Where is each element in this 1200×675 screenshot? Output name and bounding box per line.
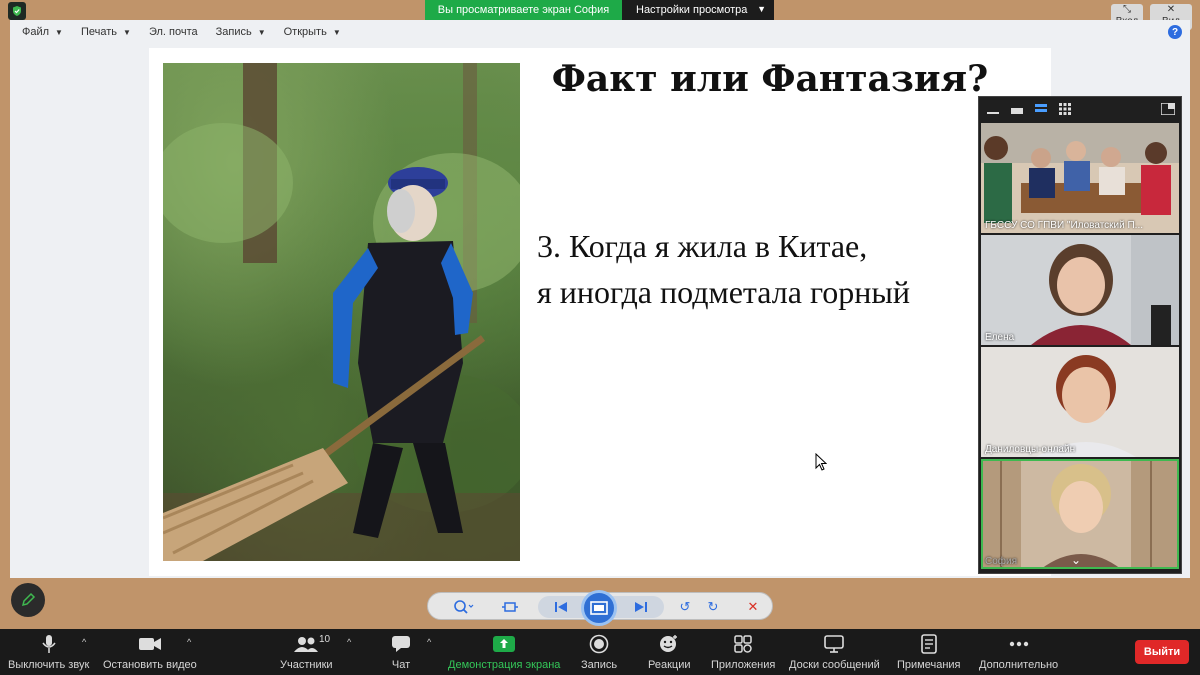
- chat-button[interactable]: Чат: [391, 633, 411, 671]
- slide-text-line-2: я иногда подметала горный: [537, 274, 911, 310]
- menu-record-label: Запись: [215, 26, 252, 38]
- chat-icon: [392, 636, 410, 652]
- chat-options-caret-icon[interactable]: ^: [427, 637, 431, 647]
- stop-video-label: Остановить видео: [103, 659, 197, 671]
- share-screen-button[interactable]: Демонстрация экрана: [448, 633, 560, 671]
- video-options-caret-icon[interactable]: ^: [187, 637, 191, 647]
- record-icon: [589, 634, 609, 654]
- notes-icon: [920, 634, 937, 654]
- slide-title: Факт или Фантазия?: [551, 58, 989, 100]
- rotate-right-icon[interactable]: ↻: [704, 599, 722, 615]
- apps-label: Приложения: [711, 659, 776, 671]
- participant-name: София: [985, 556, 1018, 567]
- gallery-toolbar: [979, 97, 1181, 123]
- record-label: Запись: [581, 659, 618, 671]
- fit-screen-icon[interactable]: [500, 599, 520, 615]
- menu-open-label: Открыть: [283, 26, 327, 38]
- slide-control-bar: ↺ ↻ ✕: [427, 590, 773, 626]
- gallery-view-icon[interactable]: [1059, 103, 1071, 115]
- close-icon: ✕: [1166, 4, 1176, 15]
- share-screen-label: Демонстрация экрана: [448, 659, 561, 671]
- mouse-cursor-icon: [815, 453, 827, 471]
- participant-tile[interactable]: ГБССУ СО ГПВИ "Иловатский П...: [981, 123, 1179, 233]
- viewing-share-indicator: Вы просматриваете экран София: [425, 0, 622, 20]
- stop-video-button[interactable]: Остановить видео: [103, 633, 197, 671]
- mute-label: Выключить звук: [8, 659, 90, 671]
- participant-name: Елена: [985, 332, 1015, 343]
- security-shield-icon[interactable]: [8, 2, 26, 20]
- reactions-button[interactable]: Реакции: [648, 633, 691, 671]
- participants-count: 10: [319, 634, 331, 645]
- minimize-icon[interactable]: [987, 106, 999, 114]
- chevron-down-icon: ▼: [757, 4, 766, 14]
- slide-show-button[interactable]: [581, 590, 617, 626]
- apps-button[interactable]: Приложения: [711, 633, 775, 671]
- menu-open[interactable]: Открыть ▼: [284, 26, 341, 38]
- top-banner: Вы просматриваете экран София Настройки …: [0, 0, 1200, 20]
- menu-record[interactable]: Запись ▼: [216, 26, 266, 38]
- leave-meeting-button[interactable]: Выйти: [1135, 640, 1189, 664]
- more-dots-icon: [1009, 641, 1028, 647]
- view-options-label: Настройки просмотра: [636, 4, 748, 16]
- more-button[interactable]: Дополнительно: [979, 633, 1058, 671]
- video-gallery-panel: ГБССУ СО ГПВИ "Иловатский П... Елена Дан…: [978, 96, 1182, 574]
- record-button[interactable]: Запись: [581, 633, 617, 671]
- menu-print[interactable]: Печать ▼: [81, 26, 131, 38]
- help-icon[interactable]: ?: [1168, 25, 1182, 39]
- chat-label: Чат: [391, 659, 411, 671]
- rotate-left-icon[interactable]: ↺: [676, 599, 694, 615]
- whiteboards-label: Доски сообщений: [789, 659, 880, 671]
- menu-email-label: Эл. почта: [148, 26, 198, 38]
- slide-photo: [163, 63, 520, 561]
- caret-down-icon: ▼: [123, 27, 131, 37]
- participants-options-caret-icon[interactable]: ^: [347, 637, 351, 647]
- participant-tile[interactable]: Даниловцы-онлайн: [981, 347, 1179, 457]
- hide-video-icon[interactable]: [1011, 106, 1023, 114]
- reactions-icon: [660, 635, 678, 652]
- menu-file-label: Файл: [22, 26, 50, 38]
- speaker-view-icon[interactable]: [1035, 103, 1047, 115]
- participants-icon: [294, 637, 319, 652]
- participant-name: Даниловцы-онлайн: [985, 444, 1076, 455]
- more-label: Дополнительно: [979, 659, 1059, 671]
- previous-slide-icon[interactable]: [552, 599, 570, 615]
- exit-fullscreen-icon: ⤡: [1123, 4, 1131, 15]
- side-by-side-icon[interactable]: [1161, 103, 1175, 115]
- apps-icon: [734, 635, 752, 653]
- meeting-toolbar: Выключить звук ^ Остановить видео ^ Учас…: [0, 629, 1200, 675]
- pen-icon: [21, 592, 36, 607]
- next-slide-icon[interactable]: [632, 599, 650, 615]
- audio-options-caret-icon[interactable]: ^: [82, 637, 86, 647]
- whiteboard-icon: [824, 635, 845, 653]
- close-icon[interactable]: ✕: [744, 599, 762, 615]
- participant-tile[interactable]: Елена: [981, 235, 1179, 345]
- menu-email[interactable]: Эл. почта: [149, 26, 198, 38]
- video-camera-icon: [138, 638, 161, 650]
- view-options-dropdown[interactable]: Настройки просмотра ▼: [622, 0, 774, 20]
- caret-down-icon: ▼: [257, 27, 266, 37]
- whiteboards-button[interactable]: Доски сообщений: [789, 633, 880, 671]
- mute-button[interactable]: Выключить звук: [8, 633, 89, 671]
- share-menu-bar: Файл ▼ Печать ▼ Эл. почта Запись ▼ Открыть ▼…: [10, 20, 1190, 44]
- participant-name: ГБССУ СО ГПВИ "Иловатский П...: [985, 220, 1144, 231]
- chevron-down-icon[interactable]: ⌄: [1071, 553, 1081, 567]
- menu-print-label: Печать: [80, 26, 118, 38]
- share-screen-icon: [493, 636, 516, 652]
- slide-text-line-1: 3. Когда я жила в Китае,: [537, 228, 868, 264]
- notes-button[interactable]: Примечания: [897, 633, 961, 671]
- participants-label: Участники: [280, 659, 333, 671]
- microphone-icon: [42, 635, 56, 653]
- zoom-icon[interactable]: [450, 599, 478, 615]
- presentation-icon: [590, 601, 608, 615]
- menu-file[interactable]: Файл ▼: [22, 26, 63, 38]
- caret-down-icon: ▼: [55, 27, 63, 37]
- notes-label: Примечания: [897, 659, 961, 671]
- reactions-label: Реакции: [648, 659, 691, 671]
- annotate-pen-button[interactable]: [11, 583, 45, 617]
- caret-down-icon: ▼: [332, 27, 341, 37]
